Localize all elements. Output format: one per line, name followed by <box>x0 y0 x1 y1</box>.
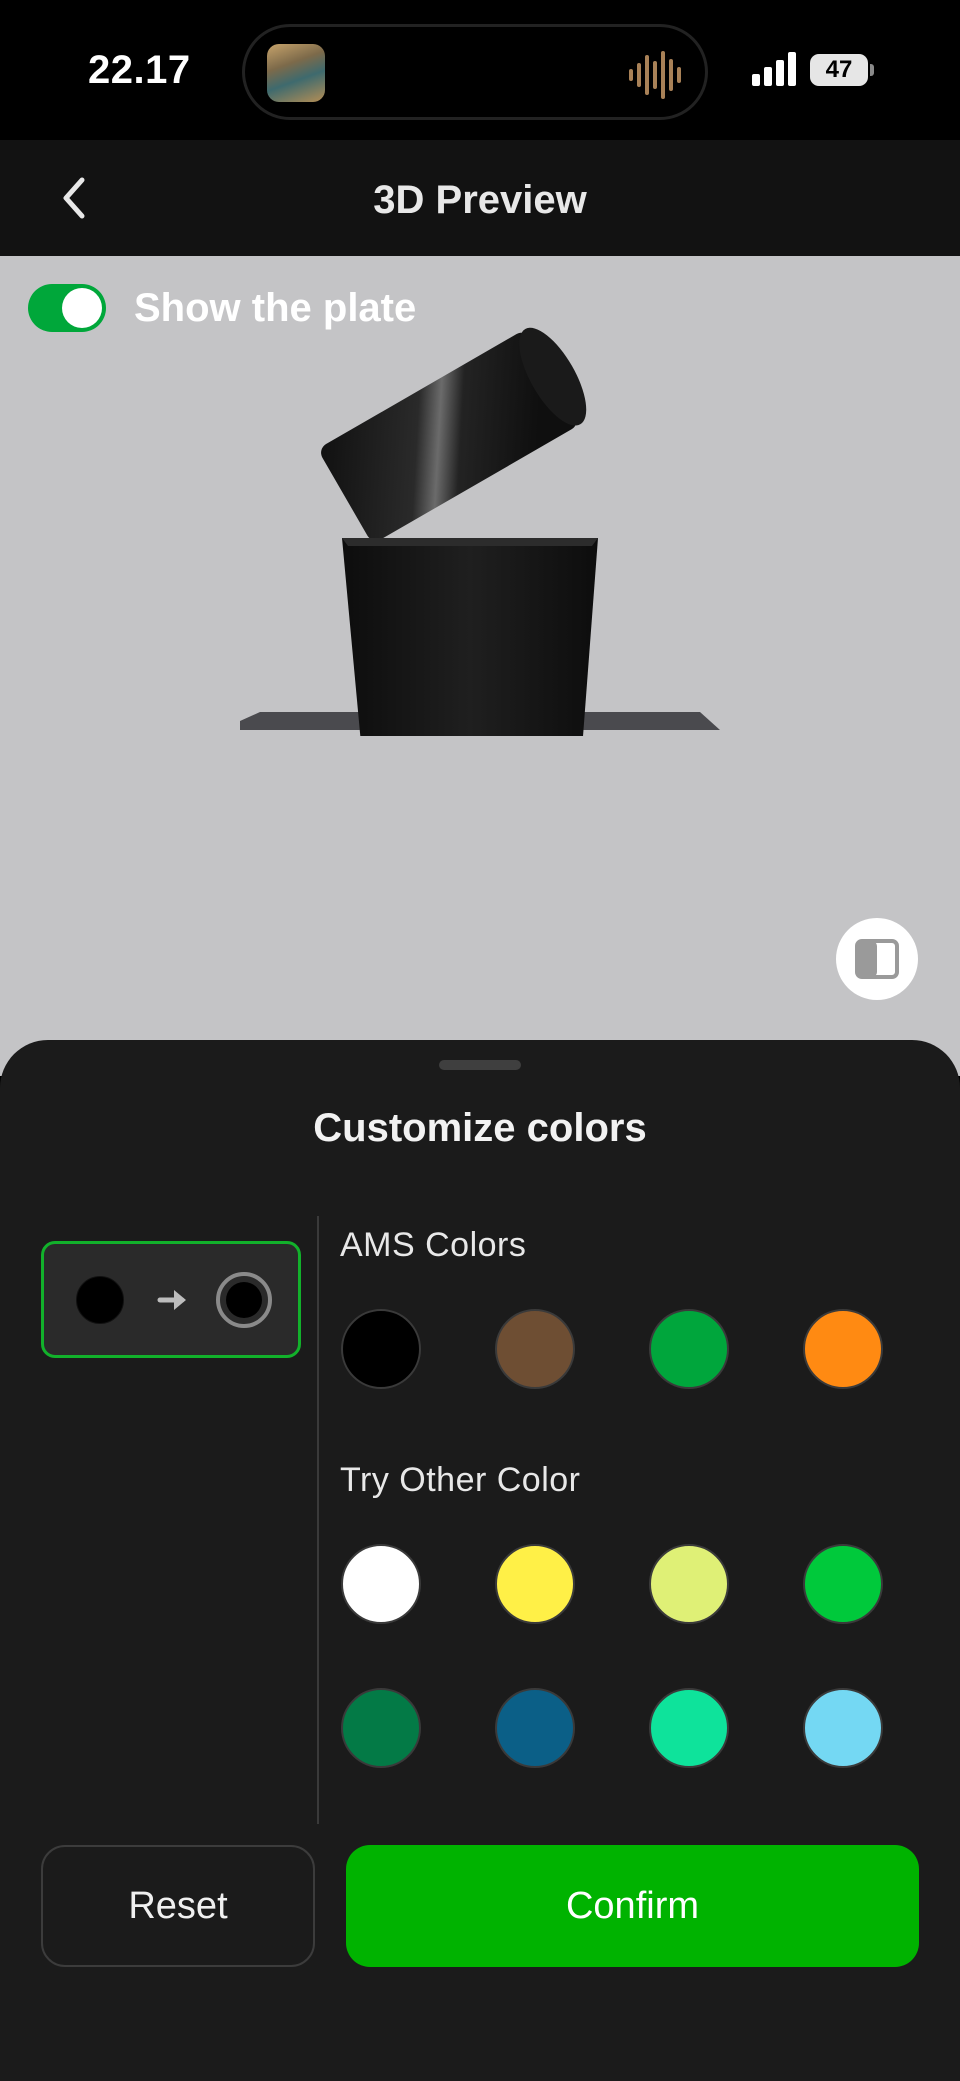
page-title: 3D Preview <box>373 178 587 222</box>
now-playing-artwork <box>267 44 325 102</box>
toggle-knob <box>62 288 102 328</box>
ams-color-swatch[interactable] <box>803 1309 883 1389</box>
sheet-title: Customize colors <box>313 1106 647 1150</box>
ams-color-swatch[interactable] <box>341 1309 421 1389</box>
other-color-swatch[interactable] <box>495 1688 575 1768</box>
status-bar: 22.17 47 <box>0 0 960 140</box>
audio-waveform-icon <box>629 51 681 99</box>
target-color-swatch <box>216 1272 272 1328</box>
source-color-swatch <box>76 1276 124 1324</box>
other-color-swatch[interactable] <box>803 1544 883 1624</box>
color-mapping-card[interactable] <box>41 1241 301 1358</box>
sheet-grabber[interactable] <box>439 1060 521 1070</box>
other-color-swatch[interactable] <box>649 1688 729 1768</box>
ams-colors-label: AMS Colors <box>340 1226 527 1264</box>
confirm-button[interactable]: Confirm <box>346 1845 919 1967</box>
other-colors-label: Try Other Color <box>340 1461 581 1499</box>
reset-button[interactable]: Reset <box>41 1845 315 1967</box>
split-view-icon <box>855 939 899 979</box>
battery-indicator: 47 <box>810 54 868 86</box>
other-color-swatch[interactable] <box>341 1544 421 1624</box>
nav-bar: 3D Preview <box>0 140 960 256</box>
other-color-swatch[interactable] <box>495 1544 575 1624</box>
3d-model-render[interactable] <box>240 316 740 736</box>
dynamic-island[interactable] <box>242 24 708 120</box>
vertical-divider <box>317 1216 319 1824</box>
status-time: 22.17 <box>88 48 191 92</box>
ams-color-swatch[interactable] <box>495 1309 575 1389</box>
view-toggle-button[interactable] <box>836 918 918 1000</box>
other-color-swatch[interactable] <box>803 1688 883 1768</box>
customize-colors-sheet: Customize colors AMS Colors Try Other Co… <box>0 1040 960 2081</box>
other-color-swatch[interactable] <box>649 1544 729 1624</box>
arrow-right-icon <box>157 1290 186 1310</box>
3d-viewport[interactable]: Show the plate <box>0 256 960 1076</box>
cellular-signal-icon <box>752 52 796 86</box>
other-color-swatch[interactable] <box>341 1688 421 1768</box>
battery-nub <box>870 64 874 76</box>
ams-color-swatch[interactable] <box>649 1309 729 1389</box>
show-plate-toggle[interactable] <box>28 284 106 332</box>
